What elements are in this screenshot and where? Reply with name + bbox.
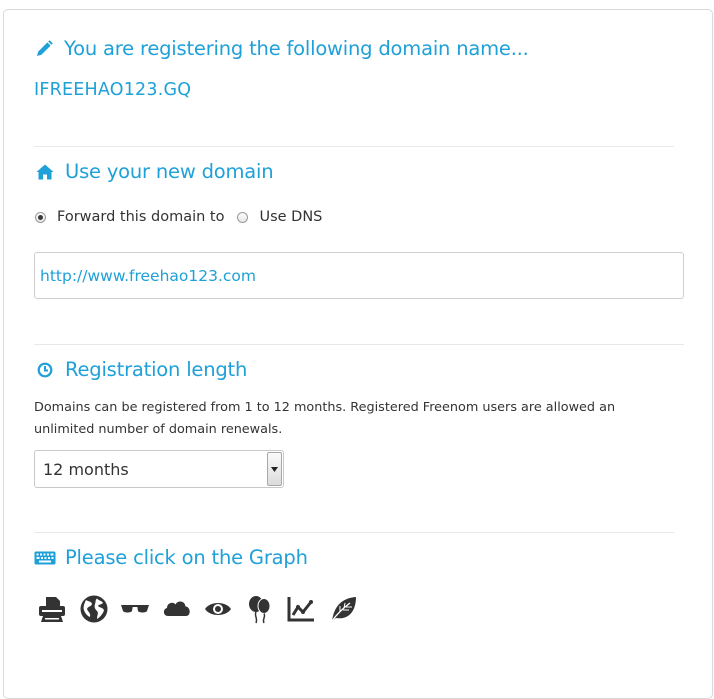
balloons-icon[interactable] (245, 594, 275, 624)
graph-icon[interactable] (286, 594, 316, 624)
divider (34, 146, 674, 147)
forward-url-input[interactable] (34, 252, 684, 299)
captcha-heading: Please click on the Graph (33, 546, 308, 569)
registering-heading: You are registering the following domain… (32, 37, 529, 60)
captcha-title: Please click on the Graph (65, 546, 308, 569)
registration-length-title: Registration length (65, 358, 248, 381)
clock-icon (33, 360, 57, 380)
keyboard-icon (33, 548, 57, 568)
pencil-icon (32, 39, 56, 59)
period-value: 12 months (43, 460, 129, 479)
cloud-icon[interactable] (162, 594, 192, 624)
forward-radio[interactable] (35, 211, 46, 223)
registration-description: Domains can be registered from 1 to 12 m… (34, 400, 616, 437)
captcha-icon-row (37, 594, 369, 624)
globe-icon[interactable] (79, 594, 109, 624)
forward-label[interactable]: Forward this domain to (57, 209, 224, 225)
use-domain-heading: Use your new domain (33, 160, 274, 183)
eye-icon[interactable] (203, 594, 233, 624)
period-select[interactable]: 12 months (34, 450, 284, 488)
divider (34, 532, 674, 533)
sunglasses-icon[interactable] (120, 594, 150, 624)
domain-name: IFREEHAO123.GQ (34, 80, 192, 100)
chevron-down-icon[interactable] (267, 452, 282, 486)
registering-title: You are registering the following domain… (64, 37, 529, 60)
home-icon (33, 162, 57, 182)
registration-length-heading: Registration length (33, 358, 247, 381)
leaf-icon[interactable] (328, 594, 358, 624)
dns-label[interactable]: Use DNS (259, 209, 322, 225)
use-domain-title: Use your new domain (65, 160, 274, 183)
printer-icon[interactable] (37, 594, 67, 624)
divider (34, 344, 684, 345)
forwarding-options: Forward this domain to Use DNS (35, 209, 335, 225)
dns-radio[interactable] (237, 211, 249, 223)
